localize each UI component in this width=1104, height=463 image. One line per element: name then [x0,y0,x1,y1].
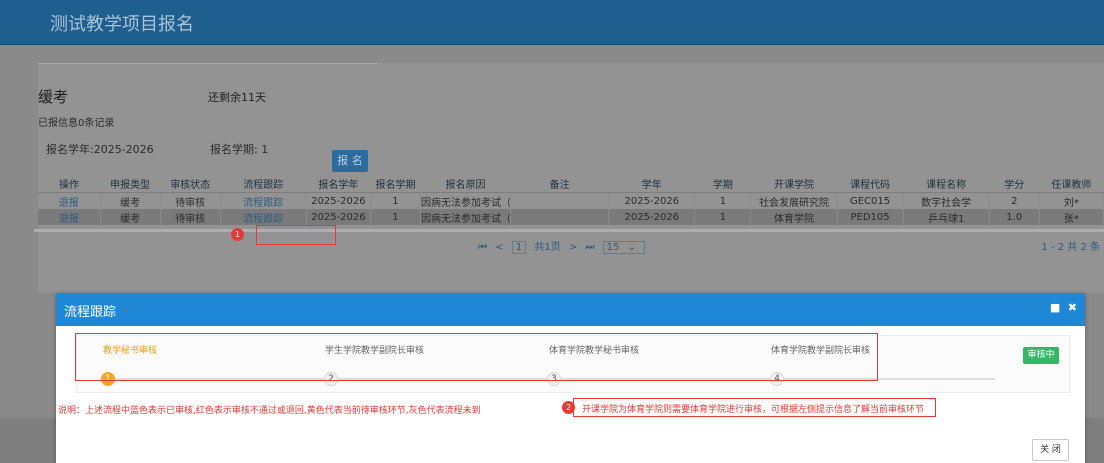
page-size-value: 15 [606,242,620,253]
panel-divider [38,63,378,64]
col-header-reason: 报名原因 [420,175,511,193]
cell-remark [510,192,610,209]
page-number-input[interactable]: 1 [511,241,527,254]
annotation-hint-text: 开课学院为体育学院则需要体育学院进行审核，可根据左侧提示信息了解当前审核环节 [582,405,925,415]
cell-reason: 因病无法参加考试（测试 [420,192,512,209]
cell-term: 1 [694,192,752,209]
close-icon[interactable]: ✖ [1068,301,1077,314]
dialog-header: 流程跟踪 ■ ✖ [56,293,1085,326]
maximize-icon[interactable]: ■ [1050,301,1060,314]
process-track-link[interactable]: 流程跟踪 [220,209,307,225]
cell-apply-type: 缓考 [100,209,161,225]
cell-sign-year: 2025-2026 [306,192,371,209]
pagination: ⏮ < 1 共1页 > ⏭ 15 ⌄ [478,238,650,254]
cell-college: 体育学院 [750,209,838,225]
table-row[interactable]: 退报 缓考 待审核 流程跟踪 2025-2026 1 因病无法参加考试（测试 2… [38,192,1104,209]
cell-apply-type: 缓考 [100,192,161,209]
next-page-button[interactable]: > [569,242,577,253]
process-track-dialog: 流程跟踪 ■ ✖ 教学秘书审核 学生学院教学副院长审核 体育学院教学秘书审核 体… [56,293,1085,463]
term-filter: 报名学期: 1 [210,143,269,156]
last-page-button[interactable]: ⏭ [585,242,594,253]
page-size-select[interactable]: 15 ⌄ [602,241,645,254]
total-pages: 共1页 [534,242,561,253]
withdraw-link[interactable]: 退报 [38,192,101,209]
reported-count: 已报信息0条记录 [38,118,115,129]
process-track-link[interactable]: 流程跟踪 [220,192,307,209]
exam-type-title: 缓考 [38,88,69,106]
cell-course-code: GEC015 [837,192,904,209]
sign-up-button[interactable]: 报 名 [332,150,368,172]
horizontal-scrollbar[interactable] [34,229,1104,232]
cell-year: 2025-2026 [608,209,696,225]
registration-panel: 缓考 还剩余11天 已报信息0条记录 报名学年:2025-2026 报名学期: … [34,63,1104,293]
close-button[interactable]: 关 闭 [1032,439,1069,461]
table-row[interactable]: 退报 缓考 待审核 流程跟踪 2025-2026 1 因病无法参加考试（测试 2… [38,209,1104,225]
table-header-row: 操作 申报类型 审核状态 流程跟踪 报名学年 报名学期 报名原因 备注 学年 学… [38,175,1104,193]
annotation-marker-1: 1 [231,228,244,241]
cell-review-status: 待审核 [160,192,221,209]
first-page-button[interactable]: ⏮ [478,242,487,253]
cell-review-status: 待审核 [160,209,221,225]
col-header-sign-year: 报名学年 [306,175,371,193]
cell-sign-term: 1 [370,209,421,225]
col-header-operation: 操作 [38,175,101,193]
col-header-teacher: 任课教师 [1039,175,1104,193]
cell-teacher: 刘* [1039,192,1104,209]
year-filter: 报名学年:2025-2026 [46,143,154,156]
cell-credit: 2 [989,192,1040,209]
col-header-term: 学期 [694,175,751,193]
cell-year: 2025-2026 [608,192,696,209]
prev-page-button[interactable]: < [495,242,503,253]
cell-sign-term: 1 [370,192,421,209]
annotation-box-process-track [256,225,336,245]
legend-description: 说明：上述流程中蓝色表示已审核,红色表示审核不通过或退回,黄色代表当前待审核环节… [58,406,481,416]
cell-credit: 1.0 [989,209,1040,225]
dialog-title: 流程跟踪 [64,305,117,320]
annotation-box-process-steps [75,333,878,381]
col-header-course-code: 课程代码 [837,175,904,193]
col-header-review-status: 审核状态 [160,175,221,193]
col-header-sign-term: 报名学期 [370,175,421,193]
page-content: 缓考 还剩余11天 已报信息0条记录 报名学年:2025-2026 报名学期: … [0,45,1104,463]
cell-college: 社会发展研究院 [750,192,838,209]
dialog-controls: ■ ✖ [1046,301,1077,314]
remaining-days: 还剩余11天 [208,91,266,104]
top-bar: 测试教学项目报名 [0,0,1104,45]
cell-reason: 因病无法参加考试（测试 [420,209,512,225]
cell-sign-year: 2025-2026 [306,209,371,225]
cell-teacher: 张* [1039,209,1104,225]
cell-remark [510,209,610,225]
cell-course-code: PED105 [837,209,904,225]
col-header-process-track: 流程跟踪 [220,175,307,193]
cell-term: 1 [694,209,752,225]
record-summary: 1 - 2 共 2 条 [1041,242,1100,253]
col-header-credit: 学分 [989,175,1040,193]
col-header-course-name: 课程名称 [903,175,990,193]
registration-table: 操作 申报类型 审核状态 流程跟踪 报名学年 报名学期 报名原因 备注 学年 学… [38,175,1104,225]
col-header-apply-type: 申报类型 [100,175,161,193]
withdraw-link[interactable]: 退报 [38,209,101,225]
app-title: 测试教学项目报名 [50,14,194,35]
status-badge: 审核中 [1023,347,1059,364]
cell-course-name: 乒乓球1 [903,209,990,225]
chevron-down-icon: ⌄ [627,242,636,253]
col-header-college: 开课学院 [750,175,838,193]
cell-course-name: 数字社会学 [903,192,990,209]
col-header-remark: 备注 [510,175,609,193]
col-header-year: 学年 [608,175,695,193]
